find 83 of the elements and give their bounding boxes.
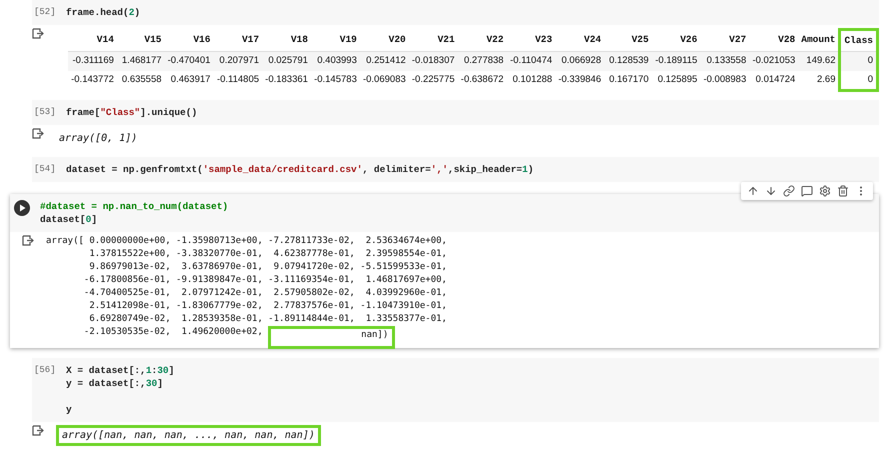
execution-count: [52] [34,6,57,19]
table-cell: 2.69 [798,70,840,90]
column-header: V28 [749,30,798,52]
code-line: dataset[0] [40,212,98,226]
table-cell: -0.470401 [164,52,214,70]
run-cell-icon[interactable] [14,200,30,216]
column-header: V15 [116,30,165,52]
column-header: V14 [68,30,117,52]
output-text: -2.10530535e-02, 1.49620000e+02, [82,326,264,339]
output-arrow-icon [22,234,34,246]
table-cell: 0.167170 [604,70,652,90]
code-line: frame.head(2) [66,6,140,19]
table-cell: 0.251412 [360,52,409,70]
link-icon[interactable] [783,184,795,197]
table-cell: 1.468177 [116,52,165,70]
table-cell: 0.066928 [555,52,604,70]
column-header: V19 [310,30,360,52]
execution-count: [54] [34,162,57,176]
table-cell: 0.133558 [700,52,750,70]
column-header: V16 [164,30,214,52]
output-text: 9.86979013e-02, 3.63786970e-01, 9.07941720e-02, -5.51599533e-01, [88,260,447,274]
column-header: V24 [555,30,604,52]
table-cell: -0.018307 [408,52,458,70]
table-cell: -0.143772 [68,70,117,90]
output-arrow-icon [32,28,44,39]
table-cell: -0.225775 [408,70,458,90]
column-header: V27 [700,30,750,52]
output-text: -4.70400525e-01, 2.07971242e-01, 2.57905802e-02, 4.03992960e-01, [82,286,447,300]
column-header: V21 [408,30,458,52]
output-text: -6.17800856e-01, -9.91389847e-01, -3.11169354e-01, 1.46817697e+00, [82,274,447,287]
table-cell: 149.62 [798,52,840,70]
table-cell: 0.101288 [506,70,556,90]
column-header: Amount [798,30,840,52]
execution-count: [53] [34,106,57,119]
table-cell: 0.277838 [458,52,507,70]
table-cell: 0 [840,70,878,90]
table-cell: -0.008983 [700,70,750,90]
move-up-icon[interactable] [747,184,759,197]
output-text: nan]) [268,326,396,349]
table-cell: -0.339846 [555,70,604,90]
output-text: array([ 0.00000000e+00, -1.35980713e+00, -7.27811733e-02, 2.53634674e+00, [46,234,447,248]
column-header: V20 [360,30,409,52]
table-cell: 0.463917 [164,70,214,90]
code-line: dataset = np.genfromtxt('sample_data/creditcard.csv', delimiter=',',skip_header=1) [66,162,534,176]
move-down-icon[interactable] [765,184,777,197]
table-cell: -0.069083 [360,70,409,90]
table-cell: -0.189115 [652,52,700,70]
column-header: V22 [458,30,507,52]
table-cell: -0.311169 [68,52,117,70]
table-cell: -0.638672 [458,70,507,90]
column-header: V17 [213,30,262,52]
table-cell: 0.125895 [652,70,700,90]
output-arrow-icon [32,128,44,139]
delete-icon[interactable] [837,184,849,197]
column-header: V26 [652,30,700,52]
table-cell: -0.110474 [506,52,556,70]
table-cell: 0.635558 [116,70,165,90]
output-text: 1.37815522e+00, -3.38320770e-01, 4.62387778e-01, 2.39598554e-01, [88,248,447,261]
table-cell: 0.128539 [604,52,652,70]
settings-icon[interactable] [819,184,831,197]
output-text: array([nan, nan, nan, ..., nan, nan, nan]) [56,424,321,446]
execution-count: [56] [34,364,57,377]
column-header: V25 [604,30,652,52]
table-cell: 0.207971 [213,52,262,70]
table-cell: 0.025791 [262,52,311,70]
table-cell: -0.145783 [310,70,360,90]
column-header: V18 [262,30,311,52]
output-text: 2.51412098e-01, -1.83067779e-02, 2.77837576e-01, -1.10473910e-01, [88,300,447,313]
code-line: X = dataset[:,1:30] [66,364,174,377]
table-cell: 0.014724 [749,70,798,90]
code-line: #dataset = np.nan_to_num(dataset) [40,200,228,213]
output-text: array([0, 1]) [58,132,138,146]
column-header: V23 [506,30,556,52]
comment-icon[interactable] [801,184,813,197]
code-line: frame["Class"].unique() [66,106,198,119]
output-text: 6.69280749e-02, 1.28539358e-01, -1.89114844e-01, 1.33558377e-01, [88,312,447,326]
output-arrow-icon [32,424,44,436]
table-cell: -0.021053 [749,52,798,70]
code-line: y = dataset[:,30] [66,376,163,390]
table-cell: 0.403993 [310,52,360,70]
code-line: y [66,402,72,416]
table-cell: -0.183361 [262,70,311,90]
table-cell: -0.114805 [213,70,262,90]
